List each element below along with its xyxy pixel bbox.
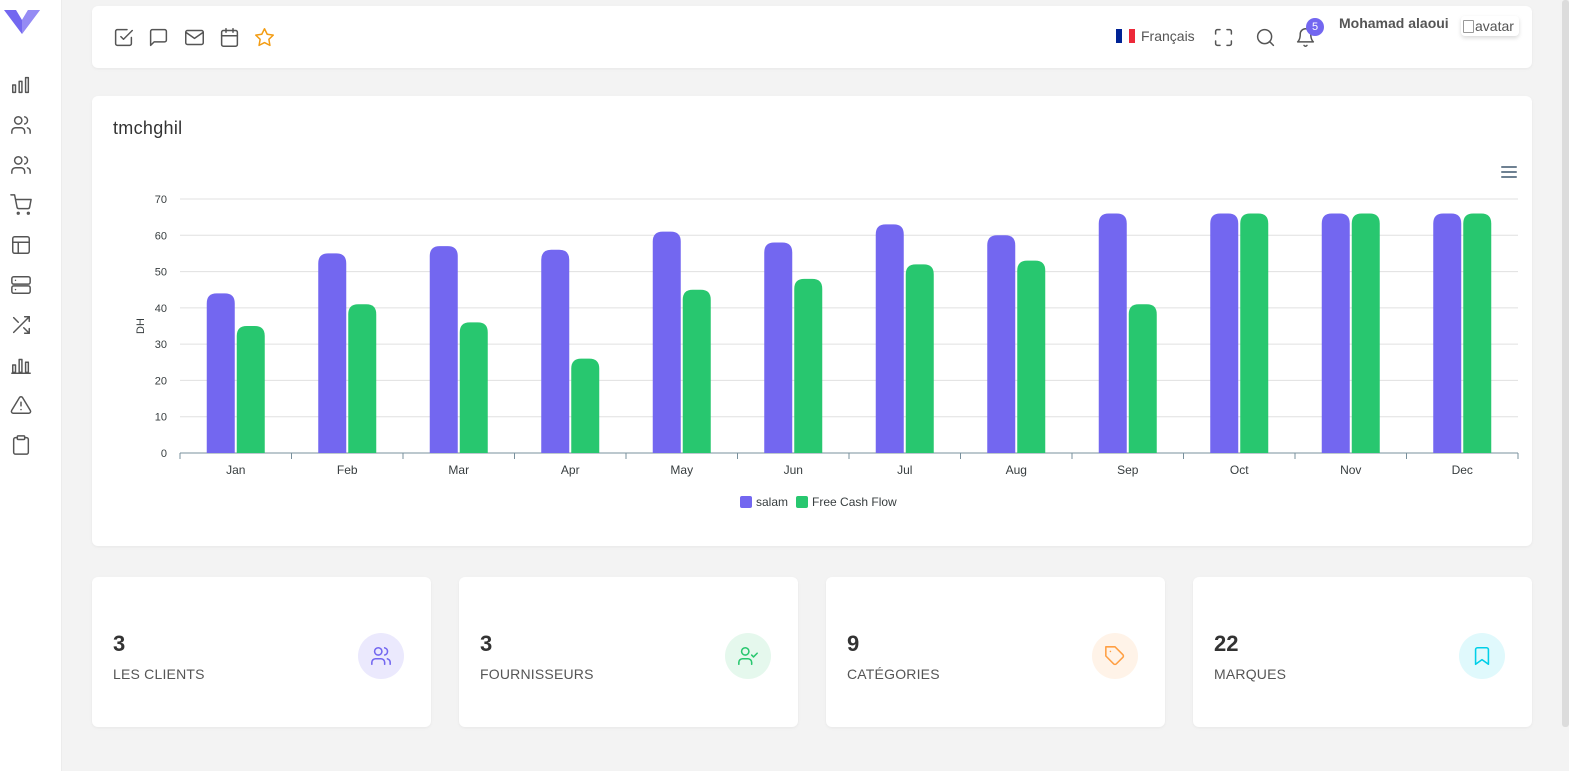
bar-chart-2-icon[interactable] <box>9 353 33 377</box>
clipboard-icon[interactable] <box>9 433 33 457</box>
bar-salam <box>1321 213 1350 453</box>
y-tick-label: 50 <box>155 267 167 279</box>
stat-card-clients: 3 LES CLIENTS <box>92 577 431 727</box>
stat-value: 22 <box>1214 631 1239 656</box>
broken-image-icon <box>1463 19 1474 33</box>
bar-salam <box>541 249 570 453</box>
x-tick-label: Oct <box>1230 463 1249 477</box>
y-tick-label: 70 <box>155 194 167 206</box>
users-group-icon[interactable] <box>9 153 33 177</box>
bar-free-cash-flow <box>1128 304 1157 453</box>
legend-label: Free Cash Flow <box>812 495 897 509</box>
bar-free-cash-flow <box>905 264 934 453</box>
y-tick-label: 60 <box>155 230 167 242</box>
bar-free-cash-flow <box>348 304 377 453</box>
language-label: Français <box>1141 28 1195 44</box>
y-tick-label: 20 <box>155 375 167 387</box>
bar-salam <box>429 246 458 453</box>
user-name[interactable]: Mohamad alaoui <box>1339 15 1449 31</box>
server-icon[interactable] <box>9 273 33 297</box>
tag-icon <box>1092 633 1138 679</box>
x-tick-label: May <box>670 463 693 477</box>
legend-marker <box>796 496 809 508</box>
user-check-icon <box>725 633 771 679</box>
brand-logo[interactable] <box>4 8 40 36</box>
x-tick-label: Aug <box>1006 463 1027 477</box>
stat-label: LES CLIENTS <box>113 666 205 682</box>
stat-label: CATÉGORIES <box>847 666 940 682</box>
chart-card: tmchghil 0 10 20 30 40 50 60 70 DH Jan Feb Mar Apr Ma… <box>92 96 1532 546</box>
bar-salam <box>318 253 347 453</box>
stat-value: 9 <box>847 631 860 656</box>
calendar-icon[interactable] <box>217 25 241 49</box>
users-icon[interactable] <box>9 113 33 137</box>
x-tick-label: Jul <box>897 463 912 477</box>
bar-free-cash-flow <box>236 326 265 453</box>
legend-item[interactable]: salam <box>740 495 788 509</box>
legend-marker <box>740 496 752 508</box>
bar-free-cash-flow <box>571 358 600 453</box>
shopping-cart-icon[interactable] <box>9 193 33 217</box>
stat-card-fournisseurs: 3 FOURNISSEURS <box>459 577 798 727</box>
language-selector[interactable]: Français <box>1116 28 1195 44</box>
notification-badge: 5 <box>1306 18 1324 36</box>
bar-free-cash-flow <box>1017 260 1046 453</box>
bar-salam <box>1098 213 1127 453</box>
france-flag-icon <box>1116 29 1135 43</box>
x-tick-label: Apr <box>561 463 580 477</box>
bar-salam <box>875 224 904 453</box>
search-icon[interactable] <box>1253 25 1277 49</box>
stat-value: 3 <box>113 631 126 656</box>
bar-salam <box>764 242 793 453</box>
top-navbar: Français 5 Mohamad alaoui avatar <box>92 6 1532 68</box>
shuffle-icon[interactable] <box>9 313 33 337</box>
stat-label: FOURNISSEURS <box>480 666 594 682</box>
avatar-alt-text: avatar <box>1475 18 1514 34</box>
x-tick-label: Mar <box>448 463 469 477</box>
bar-salam <box>1433 213 1462 453</box>
stat-value: 3 <box>480 631 493 656</box>
bookmark-icon <box>1459 633 1505 679</box>
stat-card-marques: 22 MARQUES <box>1193 577 1532 727</box>
avatar[interactable]: avatar <box>1461 16 1519 36</box>
fullscreen-icon[interactable] <box>1211 25 1235 49</box>
sidebar <box>0 0 62 771</box>
mail-icon[interactable] <box>182 25 206 49</box>
bar-chart: 0 10 20 30 40 50 60 70 DH Jan Feb Mar Apr May Jun Jul Au… <box>135 194 1519 477</box>
legend-label: salam <box>756 495 789 509</box>
page-scrollbar[interactable] <box>1562 0 1569 727</box>
bar-free-cash-flow <box>459 322 488 453</box>
alert-triangle-icon[interactable] <box>9 393 33 417</box>
bar-salam <box>987 235 1016 453</box>
stat-label: MARQUES <box>1214 666 1287 682</box>
bar-salam <box>206 293 235 453</box>
x-tick-label: Dec <box>1452 463 1473 477</box>
bar-free-cash-flow <box>1351 213 1380 453</box>
chart-legend: salam Free Cash Flow <box>740 495 897 509</box>
bar-salam <box>652 231 681 453</box>
y-tick-label: 0 <box>161 448 167 460</box>
stat-card-categories: 9 CATÉGORIES <box>826 577 1165 727</box>
x-tick-label: Sep <box>1117 463 1139 477</box>
message-square-icon[interactable] <box>146 25 170 49</box>
bar-free-cash-flow <box>1463 213 1492 453</box>
bar-salam <box>1210 213 1239 453</box>
y-tick-label: 10 <box>155 412 167 424</box>
x-tick-label: Feb <box>337 463 358 477</box>
bar-free-cash-flow <box>1240 213 1269 453</box>
y-tick-label: 40 <box>155 303 167 315</box>
users-icon <box>358 633 404 679</box>
layout-icon[interactable] <box>9 233 33 257</box>
star-icon[interactable] <box>252 25 276 49</box>
x-tick-label: Nov <box>1340 463 1361 477</box>
y-axis-label: DH <box>135 318 147 334</box>
legend-item[interactable]: Free Cash Flow <box>796 495 897 509</box>
x-tick-label: Jun <box>784 463 803 477</box>
check-square-icon[interactable] <box>111 25 135 49</box>
bar-chart-icon[interactable] <box>9 73 33 97</box>
bar-free-cash-flow <box>682 289 711 453</box>
x-tick-label: Jan <box>226 463 245 477</box>
bar-free-cash-flow <box>794 278 823 453</box>
y-tick-label: 30 <box>155 339 167 351</box>
